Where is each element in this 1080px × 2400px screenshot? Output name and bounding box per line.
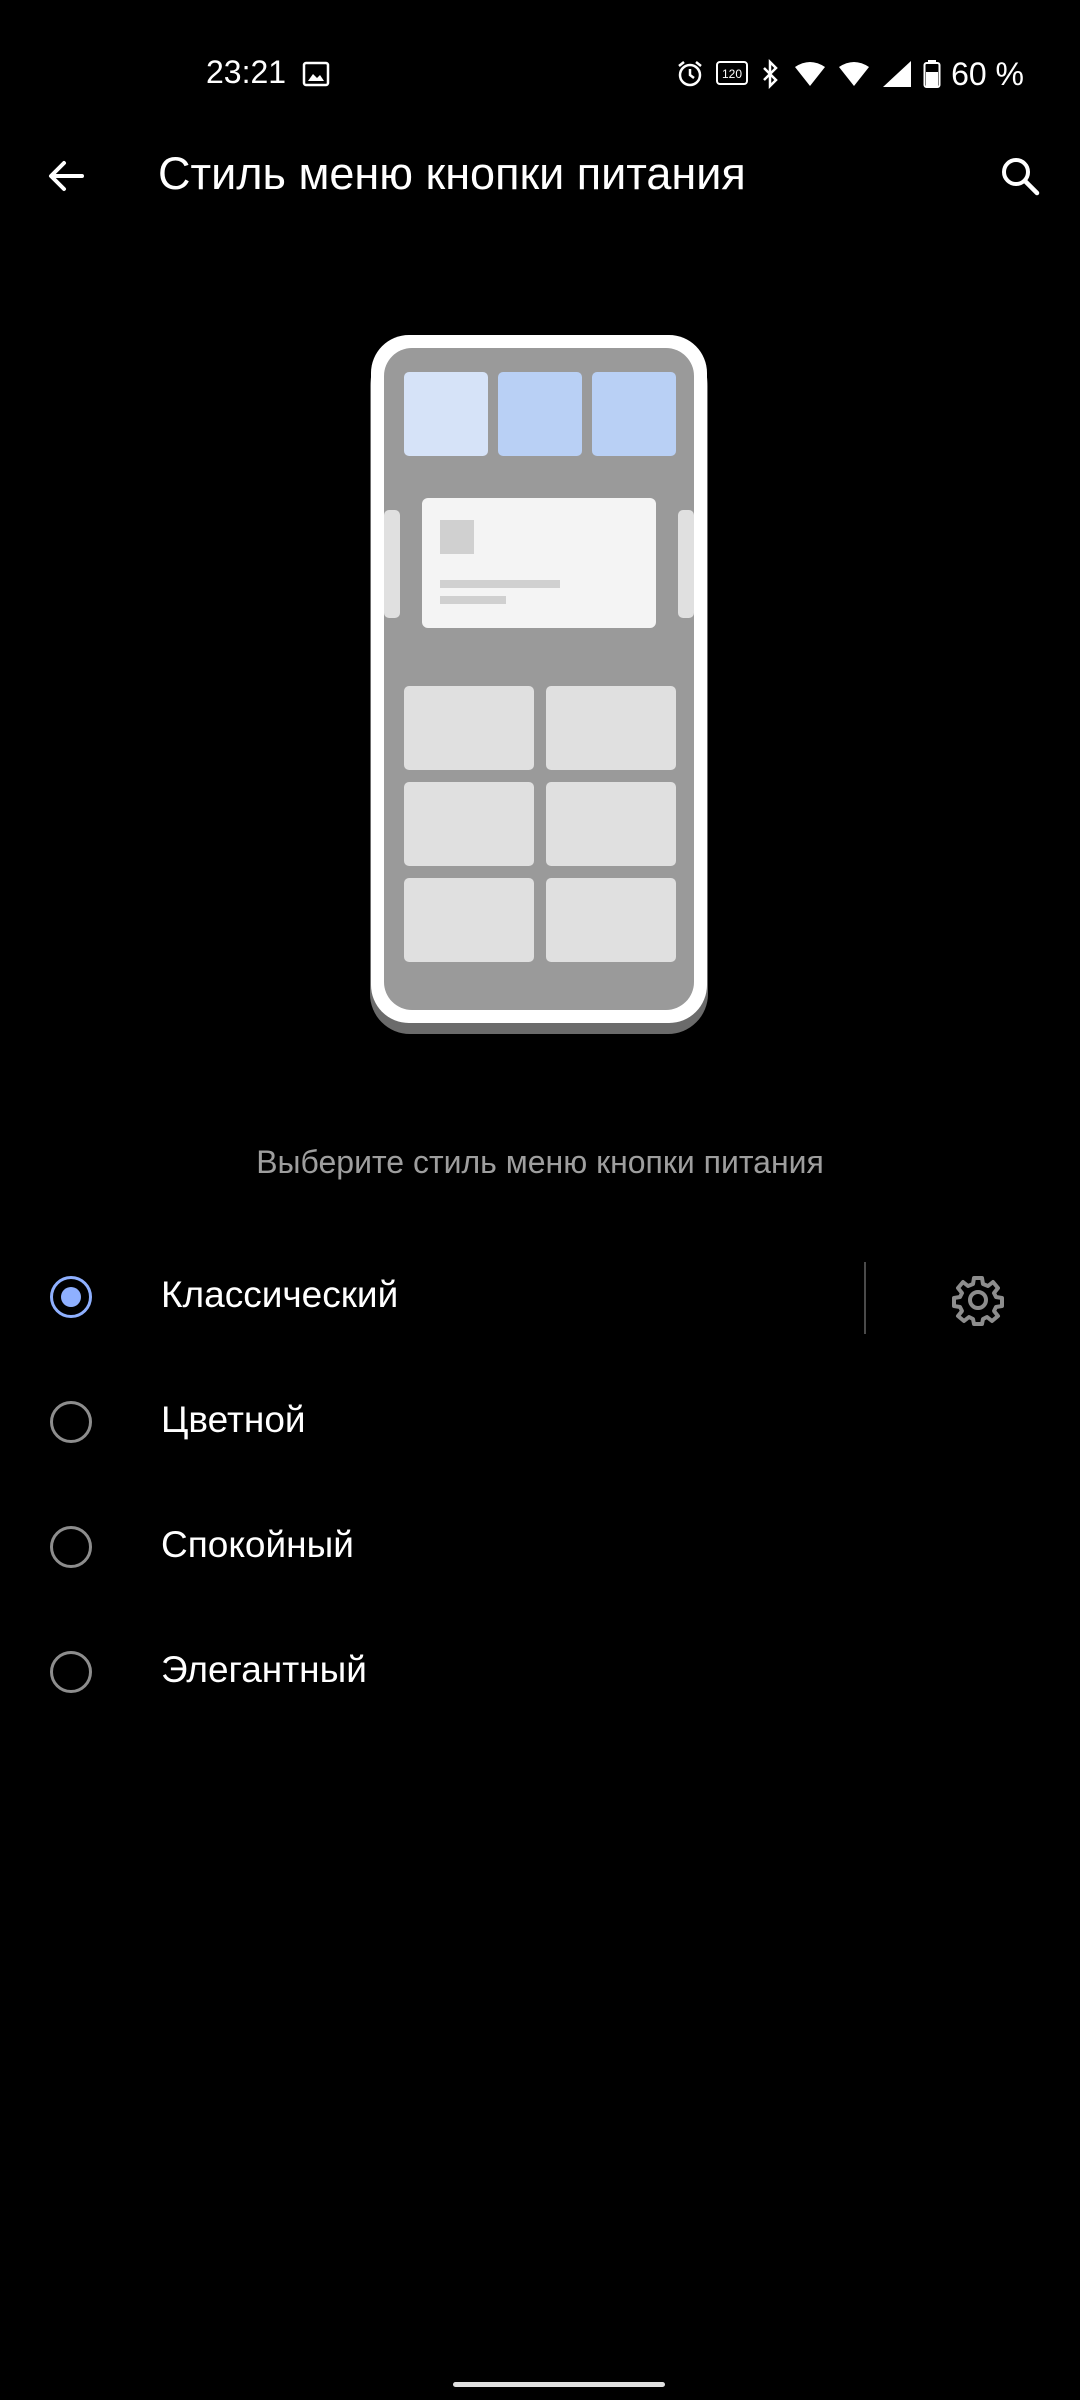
style-hint-text: Выберите стиль меню кнопки питания [256, 1144, 824, 1180]
grid-tile [546, 686, 676, 770]
alarm-icon [675, 59, 705, 89]
grid-tile [546, 878, 676, 962]
side-card-right [678, 510, 694, 618]
wifi6-icon: 6 [793, 59, 827, 89]
wifi6-icon: 6 [837, 59, 871, 89]
battery-icon [923, 59, 941, 89]
status-bar: 23:21 120 6 6 60 % [0, 40, 1080, 110]
radio-button-selected[interactable] [50, 1276, 92, 1318]
center-card [422, 498, 656, 628]
option-label: Цветной [161, 1399, 306, 1440]
power-menu-preview-illustration [370, 335, 708, 1034]
gear-icon [952, 1276, 1004, 1326]
divider [864, 1262, 866, 1334]
battery-percent: 60 % [951, 55, 1024, 92]
app-bar: Стиль меню кнопки питания [0, 130, 1080, 218]
option-classic[interactable]: Классический [0, 1244, 1080, 1354]
option-colorful[interactable]: Цветной [0, 1369, 1080, 1479]
gallery-icon [302, 60, 330, 88]
side-card-left [384, 510, 400, 618]
settings-button[interactable] [950, 1272, 1006, 1328]
radio-button[interactable] [50, 1401, 92, 1443]
refresh-rate-label: 120 [722, 67, 742, 81]
back-button[interactable] [36, 146, 96, 206]
quick-tile [592, 372, 676, 456]
screen: 23:21 120 6 6 60 % Стиль меню кнопки пит… [0, 0, 1080, 2400]
option-label: Элегантный [161, 1649, 367, 1690]
grid-tile [404, 782, 534, 866]
quick-tile [498, 372, 582, 456]
bluetooth-icon [759, 59, 783, 89]
svg-text:6: 6 [818, 75, 825, 89]
svg-text:6: 6 [862, 75, 869, 89]
status-time: 23:21 [206, 54, 287, 90]
radio-button[interactable] [50, 1651, 92, 1693]
arrow-back-icon [49, 161, 84, 191]
search-icon [1002, 158, 1040, 196]
page-title: Стиль меню кнопки питания [158, 148, 746, 199]
option-label: Спокойный [161, 1524, 354, 1565]
navigation-gesture-handle[interactable] [453, 2382, 665, 2387]
grid-tile [404, 878, 534, 962]
grid-tile [404, 686, 534, 770]
option-elegant[interactable]: Элегантный [0, 1619, 1080, 1729]
status-icons: 120 6 6 60 % [665, 54, 1024, 94]
grid-tile [546, 782, 676, 866]
quick-tile [404, 372, 488, 456]
search-button[interactable] [988, 144, 1052, 208]
cellular-signal-icon [881, 59, 913, 89]
refresh-rate-120hz-icon: 120 [715, 59, 749, 89]
option-label: Классический [161, 1274, 399, 1315]
radio-button[interactable] [50, 1526, 92, 1568]
option-calm[interactable]: Спокойный [0, 1494, 1080, 1604]
